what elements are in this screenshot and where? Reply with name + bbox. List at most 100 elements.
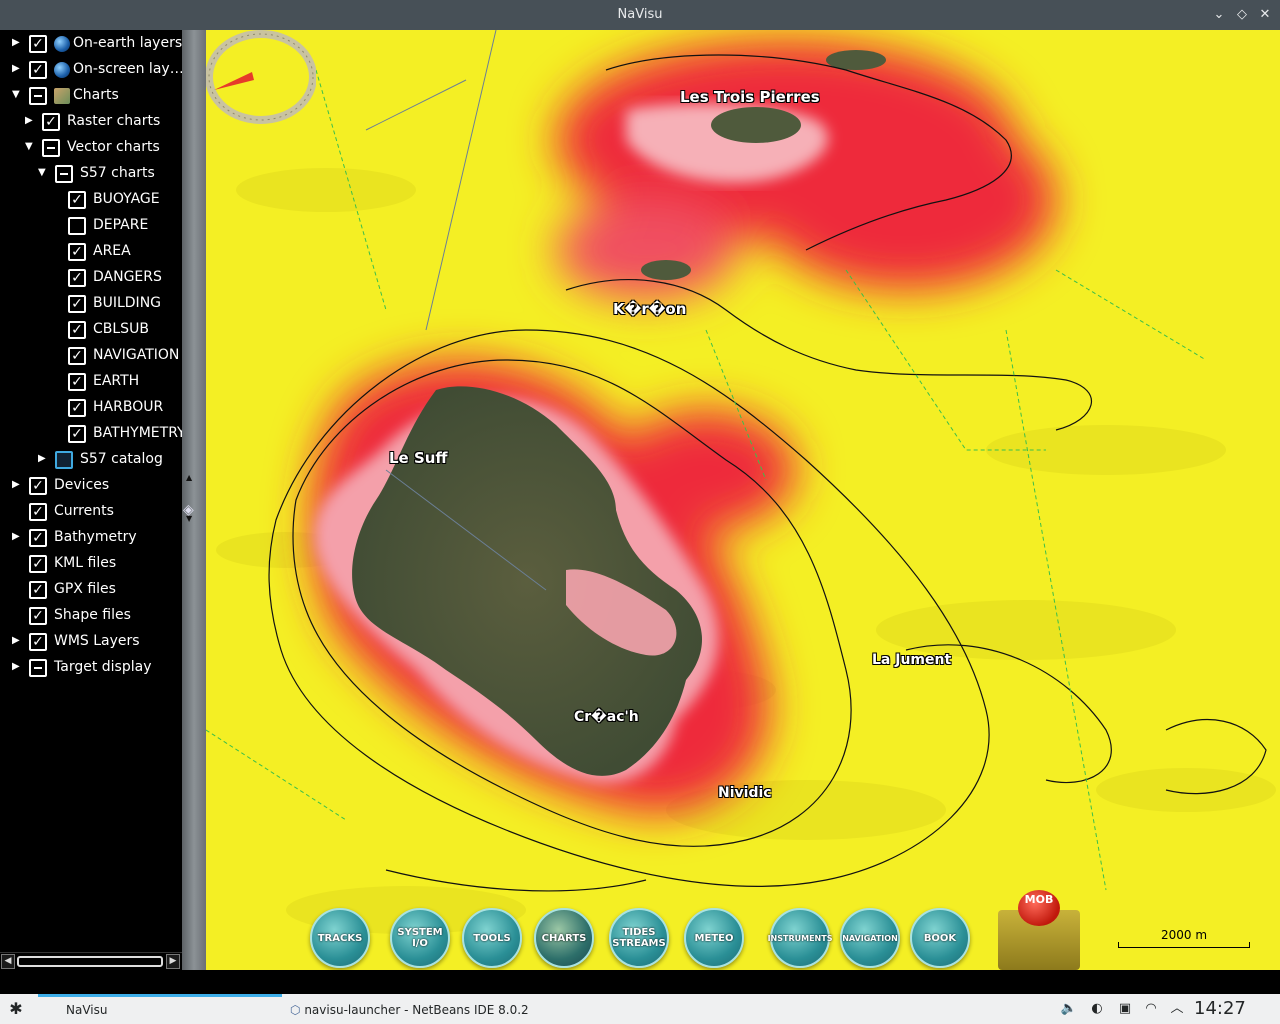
layer-checkbox[interactable]: ✓ xyxy=(29,581,47,599)
tree-item[interactable]: ✓ EARTH xyxy=(0,369,182,395)
expand-arrow-icon[interactable]: ▶ xyxy=(12,530,24,544)
place-creach[interactable]: Cr�ac'h xyxy=(574,709,639,725)
tree-item[interactable]: ▶ ✓ Raster charts xyxy=(0,109,182,135)
expand-arrow-icon[interactable]: ▶ xyxy=(12,62,24,76)
expand-arrow-icon[interactable]: ▶ xyxy=(12,660,24,674)
layer-checkbox[interactable]: ✓ xyxy=(29,607,47,625)
layer-checkbox[interactable]: ✓ xyxy=(68,295,86,313)
place-la-jument[interactable]: La Jument xyxy=(872,652,951,668)
application-launcher-icon[interactable]: ✱ xyxy=(6,999,26,1019)
tray-expand-icon[interactable]: ︿ xyxy=(1168,1000,1186,1018)
collapse-arrow-icon[interactable]: ▼ xyxy=(25,140,37,154)
scroll-right-arrow[interactable]: ▶ xyxy=(166,954,180,969)
layer-checkbox[interactable]: ✓ xyxy=(29,633,47,651)
layer-checkbox[interactable] xyxy=(42,139,60,157)
minimize-button[interactable]: ⌄ xyxy=(1210,6,1228,24)
tree-item[interactable]: ▶ ✓ On-screen lay… xyxy=(0,57,182,83)
compass-icon[interactable] xyxy=(206,30,316,124)
tree-item[interactable]: ▶ ✓ On-earth layers xyxy=(0,31,182,57)
tree-item[interactable]: ▼ Vector charts xyxy=(0,135,182,161)
layer-checkbox[interactable] xyxy=(29,659,47,677)
splitter-down-arrow[interactable]: ▼ xyxy=(186,514,192,523)
layer-checkbox[interactable]: ✓ xyxy=(68,321,86,339)
splitter-up-arrow[interactable]: ▲ xyxy=(186,473,192,482)
place-les-trois-pierres[interactable]: Les Trois Pierres xyxy=(680,88,820,106)
tree-item-label: Devices xyxy=(54,477,110,493)
tree-item[interactable]: ▶ Target display xyxy=(0,655,182,681)
tree-item[interactable]: ✓ DANGERS xyxy=(0,265,182,291)
layer-checkbox[interactable]: ✓ xyxy=(68,373,86,391)
layer-checkbox[interactable]: ✓ xyxy=(29,529,47,547)
layer-checkbox[interactable]: ✓ xyxy=(42,113,60,131)
tree-item[interactable]: ✓ BUOYAGE xyxy=(0,187,182,213)
expand-arrow-icon[interactable]: ▶ xyxy=(12,36,24,50)
tree-item[interactable]: ✓ KML files xyxy=(0,551,182,577)
tree-item[interactable]: ✓ BATHYMETRY xyxy=(0,421,182,447)
expand-arrow-icon[interactable]: ▶ xyxy=(38,452,50,466)
clock[interactable]: 14:27 xyxy=(1194,998,1246,1019)
collapse-arrow-icon[interactable]: ▼ xyxy=(12,88,24,102)
book-button[interactable]: BOOK xyxy=(910,908,970,968)
task-netbeans[interactable]: ⬡ navisu-launcher - NetBeans IDE 8.0.2 xyxy=(290,994,534,1024)
tree-item[interactable]: ✓ CBLSUB xyxy=(0,317,182,343)
close-button[interactable]: ✕ xyxy=(1256,6,1274,24)
tree-item[interactable]: ▼ Charts xyxy=(0,83,182,109)
layer-checkbox[interactable]: ✓ xyxy=(68,399,86,417)
tree-item[interactable]: ✓ NAVIGATION xyxy=(0,343,182,369)
wifi-icon[interactable]: ◠ xyxy=(1142,1000,1160,1018)
layer-checkbox[interactable]: ✓ xyxy=(29,555,47,573)
expand-arrow-icon[interactable]: ▶ xyxy=(12,634,24,648)
scroll-left-arrow[interactable]: ◀ xyxy=(1,954,15,969)
tree-item[interactable]: ✓ AREA xyxy=(0,239,182,265)
charts-button[interactable]: CHARTS xyxy=(534,908,594,968)
place-nividic[interactable]: Nividic xyxy=(718,785,772,801)
tree-item[interactable]: ✓ BUILDING xyxy=(0,291,182,317)
layer-checkbox[interactable]: ✓ xyxy=(29,35,47,53)
meteo-button[interactable]: METEO xyxy=(684,908,744,968)
layer-checkbox[interactable]: ✓ xyxy=(68,425,86,443)
expand-arrow-icon[interactable]: ▶ xyxy=(12,478,24,492)
navigation-button[interactable]: NAVIGATION xyxy=(840,908,900,968)
collapse-arrow-icon[interactable]: ▼ xyxy=(38,166,50,180)
tree-item[interactable]: ▶ S57 catalog xyxy=(0,447,182,473)
layer-checkbox[interactable]: ✓ xyxy=(29,503,47,521)
chart-map-view[interactable]: Les Trois Pierres K�r�on Le Suff La Jume… xyxy=(206,30,1280,970)
tracks-button[interactable]: TRACKS xyxy=(310,908,370,968)
maximize-button[interactable]: ◇ xyxy=(1233,6,1251,24)
tree-item[interactable]: ✓ Currents xyxy=(0,499,182,525)
tree-item[interactable]: ✓ Shape files xyxy=(0,603,182,629)
layer-checkbox[interactable]: ✓ xyxy=(68,347,86,365)
tree-item[interactable]: DEPARE xyxy=(0,213,182,239)
layer-checkbox[interactable] xyxy=(55,451,73,469)
tree-item[interactable]: ▶ ✓ Bathymetry xyxy=(0,525,182,551)
task-navisu[interactable]: NaVisu xyxy=(38,994,282,1024)
layer-checkbox[interactable]: ✓ xyxy=(68,269,86,287)
tree-item[interactable]: ▼ S57 charts xyxy=(0,161,182,187)
tides-streams-button[interactable]: TIDES STREAMS xyxy=(609,908,669,968)
layer-checkbox[interactable] xyxy=(68,217,86,235)
volume-icon[interactable]: 🔈 xyxy=(1060,1000,1078,1018)
layer-checkbox[interactable] xyxy=(55,165,73,183)
panel-splitter[interactable]: ▲ ◈ ▼ xyxy=(182,30,206,970)
tools-button[interactable]: TOOLS xyxy=(462,908,522,968)
mob-button[interactable]: MOB xyxy=(998,890,1080,970)
tree-item[interactable]: ▶ ✓ Devices xyxy=(0,473,182,499)
tides-label-2: STREAMS xyxy=(612,938,666,949)
update-icon[interactable]: ◐ xyxy=(1088,1000,1106,1018)
layer-checkbox[interactable]: ✓ xyxy=(29,477,47,495)
place-le-suff[interactable]: Le Suff xyxy=(389,449,448,467)
tree-item[interactable]: ▶ ✓ WMS Layers xyxy=(0,629,182,655)
layer-tree-hscrollbar[interactable]: ◀ ▶ xyxy=(0,952,182,970)
tree-item[interactable]: ✓ GPX files xyxy=(0,577,182,603)
place-keron[interactable]: K�r�on xyxy=(613,300,686,318)
scroll-thumb[interactable] xyxy=(17,956,163,967)
clipboard-icon[interactable]: ▣ xyxy=(1116,1000,1134,1018)
layer-checkbox[interactable] xyxy=(29,87,47,105)
instruments-button[interactable]: INSTRUMENTS xyxy=(768,908,832,968)
expand-arrow-icon[interactable]: ▶ xyxy=(25,114,37,128)
system-io-button[interactable]: SYSTEM I/O xyxy=(390,908,450,968)
layer-checkbox[interactable]: ✓ xyxy=(68,243,86,261)
tree-item[interactable]: ✓ HARBOUR xyxy=(0,395,182,421)
layer-checkbox[interactable]: ✓ xyxy=(68,191,86,209)
layer-checkbox[interactable]: ✓ xyxy=(29,61,47,79)
